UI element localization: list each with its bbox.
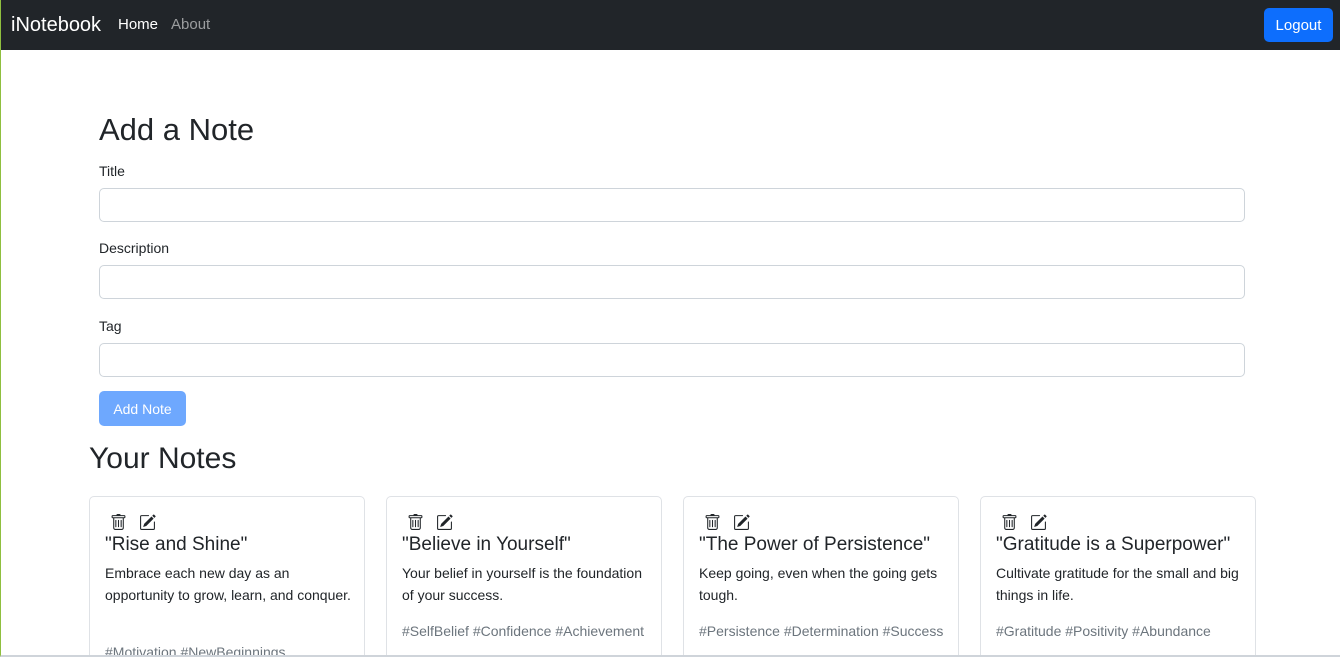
note-description: Your belief in yourself is the foundatio… (402, 565, 642, 603)
note-card: "Believe in Yourself" Your belief in you… (386, 496, 662, 655)
edit-icon[interactable] (436, 514, 453, 531)
trash-icon[interactable] (110, 514, 127, 531)
note-tags: #Motivation #NewBeginnings (105, 644, 286, 657)
logout-button[interactable]: Logout (1264, 8, 1333, 42)
tag-input[interactable] (99, 343, 1245, 377)
note-card: "The Power of Persistence" Keep going, e… (683, 496, 959, 655)
brand-link[interactable]: iNotebook (11, 13, 101, 37)
nav-link-about[interactable]: About (171, 16, 210, 34)
title-input[interactable] (99, 188, 1245, 222)
add-note-button[interactable]: Add Note (99, 391, 186, 426)
note-title: "Rise and Shine" (105, 534, 248, 555)
note-tags: #Persistence #Determination #Success (699, 623, 944, 639)
navbar: iNotebook Home About Logout (1, 0, 1340, 50)
note-description: Keep going, even when the going gets tou… (699, 565, 938, 603)
add-note-heading: Add a Note (99, 112, 255, 147)
your-notes-heading: Your Notes (89, 442, 237, 475)
description-input[interactable] (99, 265, 1245, 299)
note-card: "Gratitude is a Superpower" Cultivate gr… (980, 496, 1256, 655)
note-title: "The Power of Persistence" (699, 534, 931, 555)
edit-icon[interactable] (139, 514, 156, 531)
note-card: "Rise and Shine" Embrace each new day as… (89, 496, 365, 657)
note-title: "Believe in Yourself" (402, 534, 571, 555)
app-window: iNotebook Home About Logout Add a Note T… (0, 0, 1340, 657)
description-label: Description (99, 240, 170, 256)
note-tags: #Gratitude #Positivity #Abundance (996, 623, 1211, 639)
title-label: Title (99, 163, 125, 179)
note-description: Embrace each new day as an opportunity t… (105, 565, 351, 603)
edit-icon[interactable] (733, 514, 750, 531)
note-tags: #SelfBelief #Confidence #Achievement (402, 623, 645, 639)
note-description: Cultivate gratitude for the small and bi… (996, 565, 1239, 603)
trash-icon[interactable] (407, 514, 424, 531)
trash-icon[interactable] (1001, 514, 1018, 531)
note-title: "Gratitude is a Superpower" (996, 534, 1231, 555)
nav-link-home[interactable]: Home (118, 16, 158, 34)
edit-icon[interactable] (1030, 514, 1047, 531)
trash-icon[interactable] (704, 514, 721, 531)
tag-label: Tag (99, 318, 122, 334)
